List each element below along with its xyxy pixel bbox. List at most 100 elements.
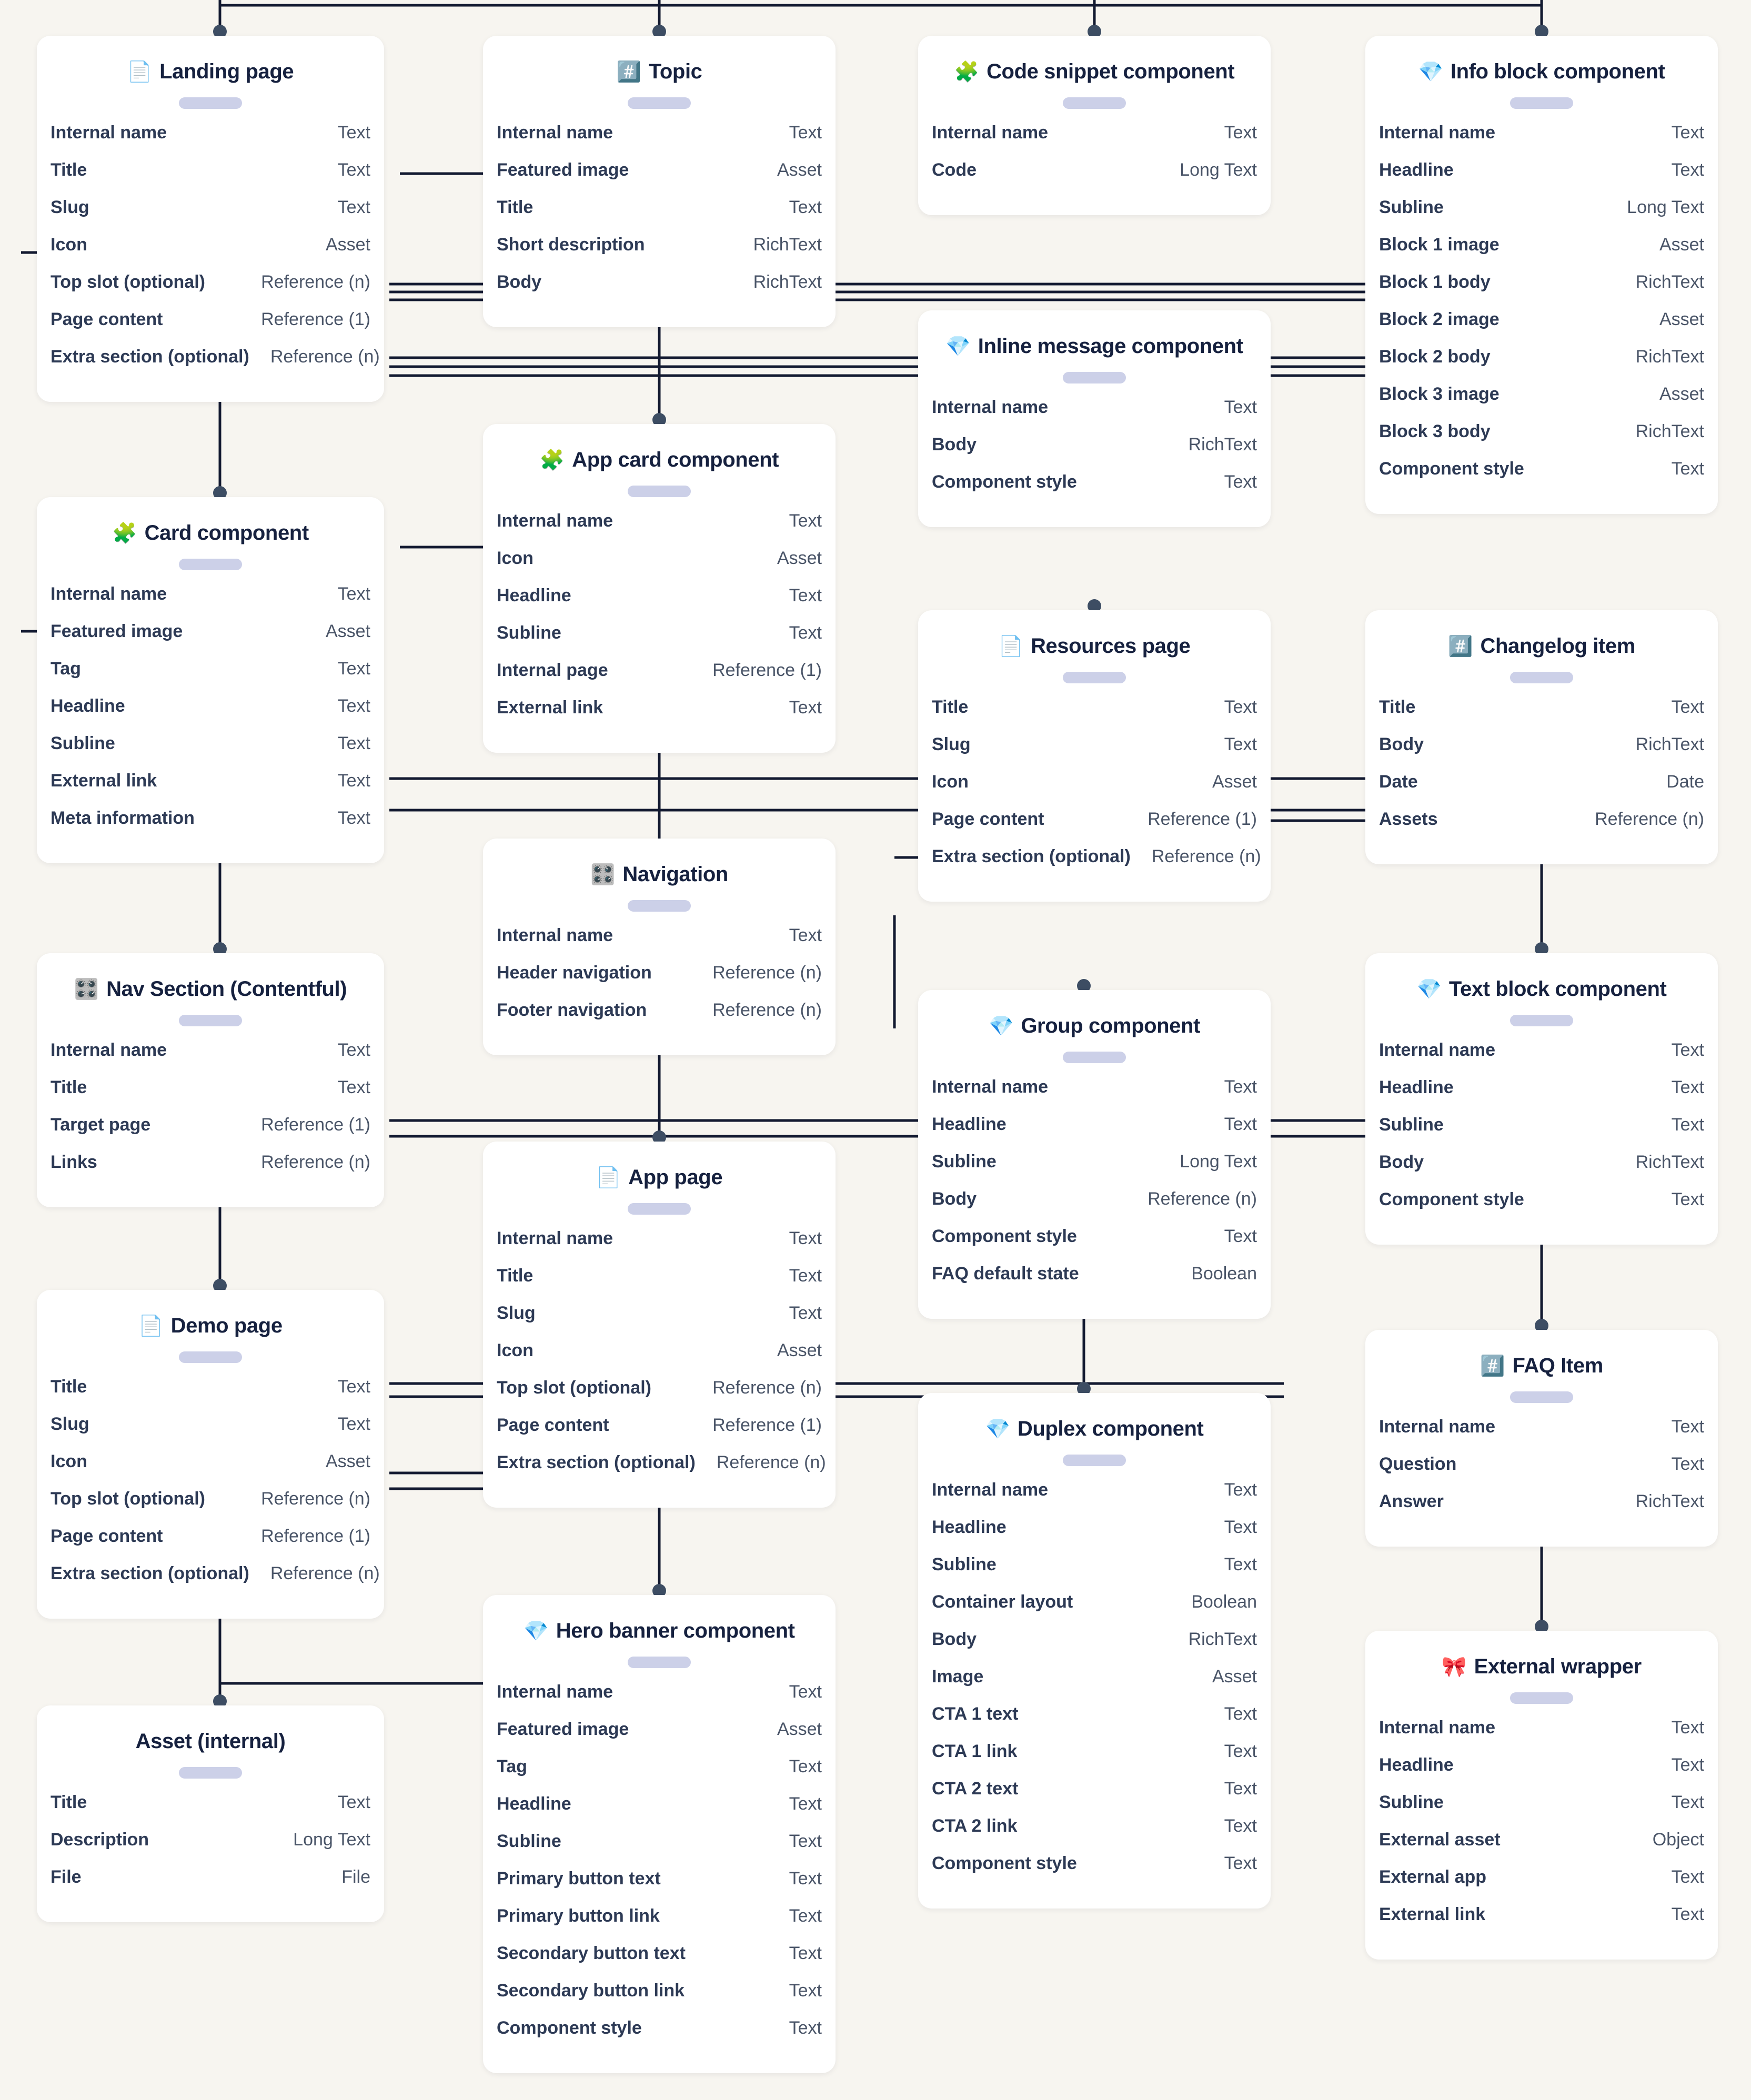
- entity-field-row[interactable]: Component style Text: [932, 472, 1257, 509]
- entity-card-card-component[interactable]: 🧩 Card component Internal name Text Featured…: [37, 497, 384, 863]
- entity-field-row[interactable]: Internal name Text: [497, 511, 822, 548]
- entity-field-row[interactable]: Tag Text: [51, 659, 370, 696]
- entity-field-row[interactable]: Body RichText: [932, 435, 1257, 472]
- entity-field-row[interactable]: Internal name Text: [51, 123, 370, 160]
- entity-field-row[interactable]: Title Text: [497, 1266, 822, 1303]
- entity-field-row[interactable]: Slug Text: [51, 197, 370, 235]
- entity-field-row[interactable]: Title Text: [1379, 697, 1704, 734]
- entity-field-row[interactable]: Internal name Text: [497, 1682, 822, 1719]
- entity-card-landing-page[interactable]: 📄 Landing page Internal name Text Title Text S…: [37, 36, 384, 402]
- entity-card-navigation[interactable]: 🎛️ Navigation Internal name Text Header navi…: [483, 839, 836, 1055]
- entity-field-row[interactable]: Secondary button text Text: [497, 1943, 822, 1981]
- entity-field-row[interactable]: Internal name Text: [1379, 123, 1704, 160]
- entity-field-row[interactable]: Header navigation Reference (n): [497, 963, 822, 1000]
- entity-card-external-wrapper[interactable]: 🎀 External wrapper Internal name Text Headli…: [1365, 1631, 1718, 1960]
- entity-field-row[interactable]: Extra section (optional) Reference (n): [497, 1452, 826, 1490]
- entity-card-topic[interactable]: #️⃣ Topic Internal name Text Featured image A…: [483, 36, 836, 327]
- entity-field-row[interactable]: Date Date: [1379, 772, 1704, 809]
- entity-field-row[interactable]: Subline Long Text: [932, 1152, 1257, 1189]
- entity-field-row[interactable]: Extra section (optional) Reference (n): [51, 347, 380, 384]
- entity-field-row[interactable]: Primary button text Text: [497, 1869, 822, 1906]
- entity-field-row[interactable]: Links Reference (n): [51, 1152, 370, 1189]
- entity-field-row[interactable]: Component style Text: [497, 2018, 822, 2055]
- entity-card-code-snippet-component[interactable]: 🧩 Code snippet component Internal name Text…: [918, 36, 1271, 215]
- entity-field-row[interactable]: Internal name Text: [932, 123, 1257, 160]
- entity-card-app-page[interactable]: 📄 App page Internal name Text Title Text Slug T…: [483, 1142, 836, 1508]
- entity-field-row[interactable]: Page content Reference (1): [932, 809, 1257, 846]
- entity-field-row[interactable]: Top slot (optional) Reference (n): [51, 1489, 370, 1526]
- entity-field-row[interactable]: Body RichText: [932, 1629, 1257, 1667]
- entity-field-row[interactable]: Subline Text: [51, 733, 370, 771]
- entity-field-row[interactable]: Icon Asset: [497, 548, 822, 585]
- entity-field-row[interactable]: Internal name Text: [497, 1228, 822, 1266]
- entity-field-row[interactable]: Description Long Text: [51, 1830, 370, 1867]
- entity-field-row[interactable]: Footer navigation Reference (n): [497, 1000, 822, 1037]
- entity-field-row[interactable]: Top slot (optional) Reference (n): [497, 1378, 822, 1415]
- entity-field-row[interactable]: Container layout Boolean: [932, 1592, 1257, 1629]
- entity-field-row[interactable]: Title Text: [51, 1077, 370, 1115]
- entity-field-row[interactable]: Internal name Text: [1379, 1040, 1704, 1077]
- entity-field-row[interactable]: Block 1 image Asset: [1379, 235, 1704, 272]
- entity-field-row[interactable]: Headline Text: [497, 585, 822, 623]
- entity-field-row[interactable]: Title Text: [51, 1377, 370, 1414]
- entity-field-row[interactable]: Internal name Text: [497, 123, 822, 160]
- entity-field-row[interactable]: External app Text: [1379, 1867, 1704, 1904]
- entity-field-row[interactable]: Question Text: [1379, 1454, 1704, 1491]
- entity-card-resources-page[interactable]: 📄 Resources page Title Text Slug Text Icon Asse…: [918, 610, 1271, 902]
- entity-field-row[interactable]: Internal name Text: [51, 584, 370, 621]
- entity-field-row[interactable]: Target page Reference (1): [51, 1115, 370, 1152]
- entity-field-row[interactable]: Headline Text: [1379, 1755, 1704, 1792]
- entity-field-row[interactable]: Slug Text: [51, 1414, 370, 1451]
- entity-field-row[interactable]: Headline Text: [51, 696, 370, 733]
- entity-field-row[interactable]: Internal page Reference (1): [497, 660, 822, 698]
- entity-field-row[interactable]: Internal name Text: [1379, 1718, 1704, 1755]
- entity-field-row[interactable]: Page content Reference (1): [51, 309, 370, 347]
- entity-field-row[interactable]: External link Text: [1379, 1904, 1704, 1942]
- entity-field-row[interactable]: Internal name Text: [1379, 1417, 1704, 1454]
- entity-field-row[interactable]: Title Text: [932, 697, 1257, 734]
- entity-field-row[interactable]: CTA 1 link Text: [932, 1741, 1257, 1779]
- entity-field-row[interactable]: Extra section (optional) Reference (n): [932, 846, 1261, 884]
- entity-field-row[interactable]: External asset Object: [1379, 1830, 1704, 1867]
- entity-field-row[interactable]: Page content Reference (1): [497, 1415, 822, 1452]
- entity-field-row[interactable]: Primary button link Text: [497, 1906, 822, 1943]
- entity-field-row[interactable]: Secondary button link Text: [497, 1981, 822, 2018]
- entity-field-row[interactable]: Internal name Text: [51, 1040, 370, 1077]
- entity-field-row[interactable]: CTA 1 text Text: [932, 1704, 1257, 1741]
- entity-field-row[interactable]: Icon Asset: [51, 235, 370, 272]
- entity-field-row[interactable]: Internal name Text: [932, 397, 1257, 435]
- entity-field-row[interactable]: External link Text: [497, 698, 822, 735]
- entity-field-row[interactable]: Component style Text: [1379, 1189, 1704, 1227]
- entity-field-row[interactable]: Subline Text: [932, 1554, 1257, 1592]
- entity-field-row[interactable]: Internal name Text: [932, 1480, 1257, 1517]
- entity-field-row[interactable]: Headline Text: [497, 1794, 822, 1831]
- entity-field-row[interactable]: Slug Text: [932, 734, 1257, 772]
- entity-field-row[interactable]: Image Asset: [932, 1667, 1257, 1704]
- entity-field-row[interactable]: Icon Asset: [51, 1451, 370, 1489]
- entity-field-row[interactable]: Headline Text: [1379, 1077, 1704, 1115]
- entity-field-row[interactable]: Icon Asset: [932, 772, 1257, 809]
- entity-field-row[interactable]: Body Reference (n): [932, 1189, 1257, 1226]
- entity-field-row[interactable]: Subline Text: [497, 1831, 822, 1869]
- entity-field-row[interactable]: Block 3 image Asset: [1379, 384, 1704, 421]
- entity-card-asset-internal[interactable]: Asset (internal) Title Text Description Long…: [37, 1705, 384, 1922]
- entity-field-row[interactable]: Code Long Text: [932, 160, 1257, 197]
- entity-field-row[interactable]: Body RichText: [1379, 1152, 1704, 1189]
- entity-field-row[interactable]: Page content Reference (1): [51, 1526, 370, 1563]
- entity-field-row[interactable]: Featured image Asset: [497, 1719, 822, 1756]
- entity-field-row[interactable]: Top slot (optional) Reference (n): [51, 272, 370, 309]
- entity-field-row[interactable]: Block 2 image Asset: [1379, 309, 1704, 347]
- entity-field-row[interactable]: Block 2 body RichText: [1379, 347, 1704, 384]
- entity-card-faq-item[interactable]: #️⃣ FAQ Item Internal name Text Question Text…: [1365, 1330, 1718, 1547]
- entity-field-row[interactable]: File File: [51, 1867, 370, 1904]
- entity-field-row[interactable]: Block 3 body RichText: [1379, 421, 1704, 459]
- entity-field-row[interactable]: Title Text: [51, 1792, 370, 1830]
- entity-field-row[interactable]: Body RichText: [1379, 734, 1704, 772]
- entity-field-row[interactable]: Meta information Text: [51, 808, 370, 845]
- entity-field-row[interactable]: Component style Text: [932, 1226, 1257, 1264]
- entity-field-row[interactable]: Component style Text: [932, 1853, 1257, 1891]
- entity-field-row[interactable]: Component style Text: [1379, 459, 1704, 496]
- entity-field-row[interactable]: Extra section (optional) Reference (n): [51, 1563, 380, 1601]
- entity-field-row[interactable]: Internal name Text: [932, 1077, 1257, 1114]
- entity-field-row[interactable]: Subline Long Text: [1379, 197, 1704, 235]
